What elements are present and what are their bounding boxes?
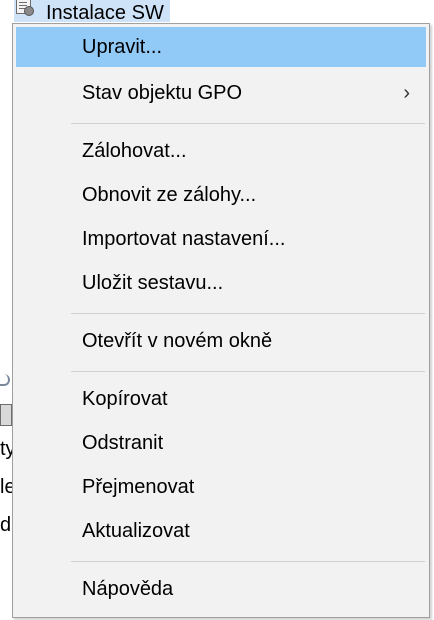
- chevron-right-icon: ›: [403, 81, 410, 104]
- menu-item-label: Přejmenovat: [82, 475, 195, 498]
- tree-item-label: Instalace SW: [46, 1, 164, 24]
- menu-separator: [71, 561, 425, 562]
- menu-item-upravit[interactable]: Upravit...: [16, 27, 426, 67]
- menu-item-label: Otevřít v novém okně: [82, 329, 273, 352]
- link-icon: [0, 374, 10, 386]
- menu-item-stav-objektu-gpo[interactable]: Stav objektu GPO ›: [16, 73, 426, 113]
- menu-item-napoveda[interactable]: Nápověda: [16, 569, 426, 609]
- screen: Instalace SW ty le dl Upravit... Stav ob…: [0, 0, 434, 620]
- menu-item-label: Stav objektu GPO: [82, 81, 243, 104]
- menu-separator: [71, 313, 425, 314]
- menu-item-label: Obnovit ze zálohy...: [82, 183, 257, 206]
- menu-item-odstranit[interactable]: Odstranit: [16, 423, 426, 463]
- menu-separator: [71, 371, 425, 372]
- menu-item-zalohovat[interactable]: Zálohovat...: [16, 131, 426, 171]
- menu-item-label: Uložit sestavu...: [82, 271, 224, 294]
- menu-item-ulozit-sestavu[interactable]: Uložit sestavu...: [16, 263, 426, 303]
- menu-item-otevrit-v-novem-okne[interactable]: Otevřít v novém okně: [16, 321, 426, 361]
- context-menu: Upravit... Stav objektu GPO › Zálohovat.…: [12, 23, 430, 618]
- menu-item-aktualizovat[interactable]: Aktualizovat: [16, 511, 426, 551]
- menu-item-label: Kopírovat: [82, 387, 168, 410]
- menu-item-label: Aktualizovat: [82, 519, 190, 542]
- menu-item-label: Importovat nastavení...: [82, 227, 286, 250]
- menu-separator: [71, 123, 425, 124]
- menu-item-label: Odstranit: [82, 431, 164, 454]
- menu-item-importovat-nastaveni[interactable]: Importovat nastavení...: [16, 219, 426, 259]
- menu-item-label: Upravit...: [82, 35, 163, 58]
- tree-item-instalace-sw[interactable]: Instalace SW: [14, 0, 170, 24]
- document-icon: [0, 404, 12, 426]
- menu-item-label: Nápověda: [82, 577, 174, 600]
- menu-item-label: Zálohovat...: [82, 139, 187, 162]
- menu-item-prejmenovat[interactable]: Přejmenovat: [16, 467, 426, 507]
- gpo-icon: [14, 0, 34, 18]
- menu-item-obnovit-ze-zalohy[interactable]: Obnovit ze zálohy...: [16, 175, 426, 215]
- menu-item-kopirovat[interactable]: Kopírovat: [16, 379, 426, 419]
